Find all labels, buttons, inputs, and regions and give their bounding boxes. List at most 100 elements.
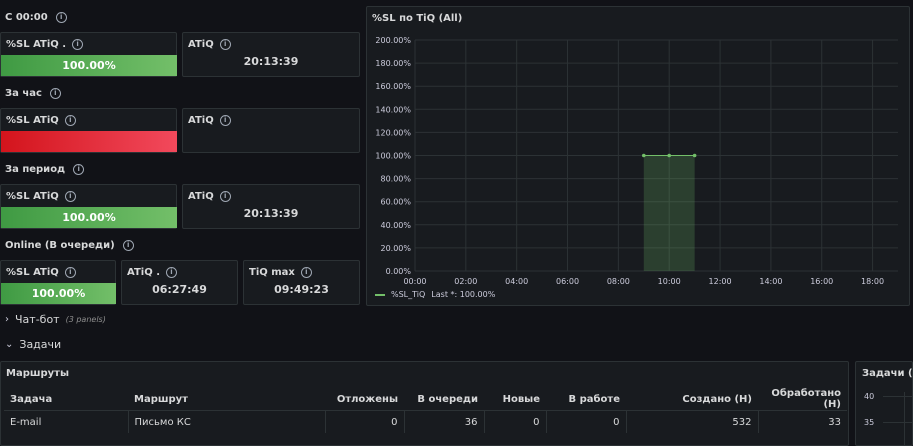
y-tick-label: 0.00%	[386, 267, 412, 276]
column-header[interactable]: Маршрут	[128, 388, 325, 411]
panel-title: %SL ATiQ i	[6, 267, 76, 278]
tasks-gridline	[904, 392, 905, 445]
x-tick-label: 12:00	[709, 277, 732, 286]
column-header[interactable]: Создано (Н)	[626, 388, 758, 411]
legend-series-name: %SL_TiQ	[391, 290, 426, 299]
row-panel-count: (3 panels)	[65, 315, 106, 324]
section-label: С 00:00	[5, 12, 48, 23]
gauge-bar: 100.00%	[1, 283, 116, 304]
info-icon[interactable]: i	[300, 267, 312, 278]
legend-swatch	[375, 293, 385, 296]
panel-title-text: ATiQ	[188, 39, 214, 50]
x-tick-label: 08:00	[607, 277, 630, 286]
panel-title: ATiQ . i	[127, 267, 177, 278]
info-icon[interactable]: i	[219, 39, 231, 50]
table-cell: 0	[546, 410, 627, 433]
table-cell: 0	[325, 410, 405, 433]
panel-title-text: %SL ATiQ	[6, 191, 59, 202]
row-header-tasks[interactable]: ⌄ Задачи	[5, 338, 61, 351]
panel-atiq-period[interactable]: ATiQ i 20:13:39	[182, 184, 360, 229]
chart-plot: 0.00% 20.00% 40.00% 60.00% 80.00% 100.00% 120.…	[375, 36, 898, 286]
info-icon[interactable]: i	[73, 164, 85, 175]
routes-table-wrap: Задача Маршрут Отложены В очереди Новые …	[4, 388, 847, 433]
stat-value: 06:27:49	[152, 283, 207, 296]
table-cell: 532	[626, 410, 759, 433]
y-tick-label: 40.00%	[380, 221, 411, 230]
info-icon[interactable]: i	[55, 12, 67, 23]
column-header[interactable]: Отложены	[325, 388, 404, 411]
stat-value: 20:13:39	[243, 55, 299, 68]
info-icon[interactable]: i	[64, 115, 76, 126]
chart-panel[interactable]: %SL по TiQ (All) 0.00% 20.00% 40.00% 60.00%…	[366, 6, 910, 306]
info-icon[interactable]: i	[219, 191, 231, 202]
table-row[interactable]: E-mail Письмо КС 0 36 0 0 532 33	[4, 410, 847, 433]
tasks-gridline	[883, 396, 912, 397]
panel-sl-atiq-today[interactable]: %SL ATiQ . i 100.00%	[0, 32, 177, 77]
y-tick-label: 80.00%	[380, 175, 411, 184]
panel-sl-atiq-hour[interactable]: %SL ATiQ i	[0, 108, 177, 153]
panel-tiq-max-online[interactable]: TiQ max i 09:49:23	[243, 260, 360, 305]
chart-legend[interactable]: %SL_TiQ Last *: 100.00%	[375, 290, 495, 299]
y-tick-label: 120.00%	[375, 128, 411, 137]
data-point	[692, 153, 697, 158]
column-header[interactable]: В работе	[546, 388, 626, 411]
panel-sl-atiq-online[interactable]: %SL ATiQ i 100.00%	[0, 260, 116, 305]
panel-title-text: %SL ATiQ	[6, 267, 59, 278]
panel-title: %SL ATiQ i	[6, 191, 76, 202]
info-icon[interactable]: i	[219, 115, 231, 126]
panel-sl-atiq-period[interactable]: %SL ATiQ i 100.00%	[0, 184, 177, 229]
legend-stat: Last *: 100.00%	[431, 290, 496, 299]
section-title-period: За период i	[5, 164, 85, 175]
stat-value: 09:49:23	[274, 283, 329, 296]
x-tick-label: 06:00	[556, 277, 579, 286]
info-icon[interactable]: i	[166, 267, 177, 278]
column-header[interactable]: Обработано (Н)	[758, 388, 847, 411]
panel-atiq-online[interactable]: ATiQ . i 06:27:49	[121, 260, 238, 305]
info-icon[interactable]: i	[64, 267, 76, 278]
panel-title-text: ATiQ	[188, 191, 214, 202]
y-tick-label: 180.00%	[375, 59, 411, 68]
routes-table-panel[interactable]: Маршруты Задача Маршрут Отложены В очере…	[0, 361, 849, 446]
column-header[interactable]: Задача	[4, 388, 128, 411]
table-cell: E-mail	[4, 410, 129, 433]
panel-title-text: %SL ATiQ	[6, 115, 59, 126]
data-point	[641, 153, 646, 158]
panel-title-text: ATiQ	[188, 115, 214, 126]
tasks-y-tick: 40	[864, 392, 875, 401]
x-tick-label: 04:00	[505, 277, 528, 286]
info-icon[interactable]: i	[122, 240, 134, 251]
routes-title: Маршруты	[6, 368, 69, 379]
panel-title-text: ATiQ .	[127, 267, 160, 278]
table-cell: 33	[828, 416, 841, 428]
panel-atiq-hour[interactable]: ATiQ i	[182, 108, 360, 153]
panel-title: %SL ATiQ . i	[6, 39, 84, 50]
tasks-chart-panel[interactable]: Задачи (All 40 35	[855, 361, 913, 446]
info-icon[interactable]: i	[64, 191, 76, 202]
gauge-bar: 100.00%	[1, 55, 177, 76]
panel-title: TiQ max i	[249, 267, 312, 278]
table-cell: 36	[404, 410, 485, 433]
panel-title: %SL ATiQ i	[6, 115, 76, 126]
routes-table: Задача Маршрут Отложены В очереди Новые …	[4, 388, 847, 433]
panel-atiq-today[interactable]: ATiQ i 20:13:39	[182, 32, 360, 77]
column-header[interactable]: В очереди	[404, 388, 484, 411]
column-header[interactable]: Новые	[484, 388, 546, 411]
tasks-panel-title: Задачи (All	[862, 368, 913, 379]
y-tick-label: 140.00%	[375, 105, 411, 114]
info-icon[interactable]: i	[72, 39, 84, 50]
x-tick-label: 14:00	[759, 277, 782, 286]
x-tick-label: 16:00	[810, 277, 833, 286]
section-label: Online (В очереди)	[5, 240, 115, 251]
info-icon[interactable]: i	[49, 88, 61, 99]
x-tick-label: 02:00	[454, 277, 477, 286]
data-point	[667, 153, 672, 158]
panel-title: ATiQ i	[188, 191, 231, 202]
series-area	[643, 155, 695, 271]
tasks-y-tick: 35	[864, 418, 875, 427]
panel-title: ATiQ i	[188, 39, 231, 50]
stat-value: 100.00%	[62, 211, 116, 224]
x-tick-label: 10:00	[658, 277, 681, 286]
y-tick-label: 60.00%	[380, 198, 411, 207]
table-cell: 0	[484, 410, 547, 433]
row-header-chatbot[interactable]: › Чат-бот (3 panels)	[5, 313, 106, 326]
